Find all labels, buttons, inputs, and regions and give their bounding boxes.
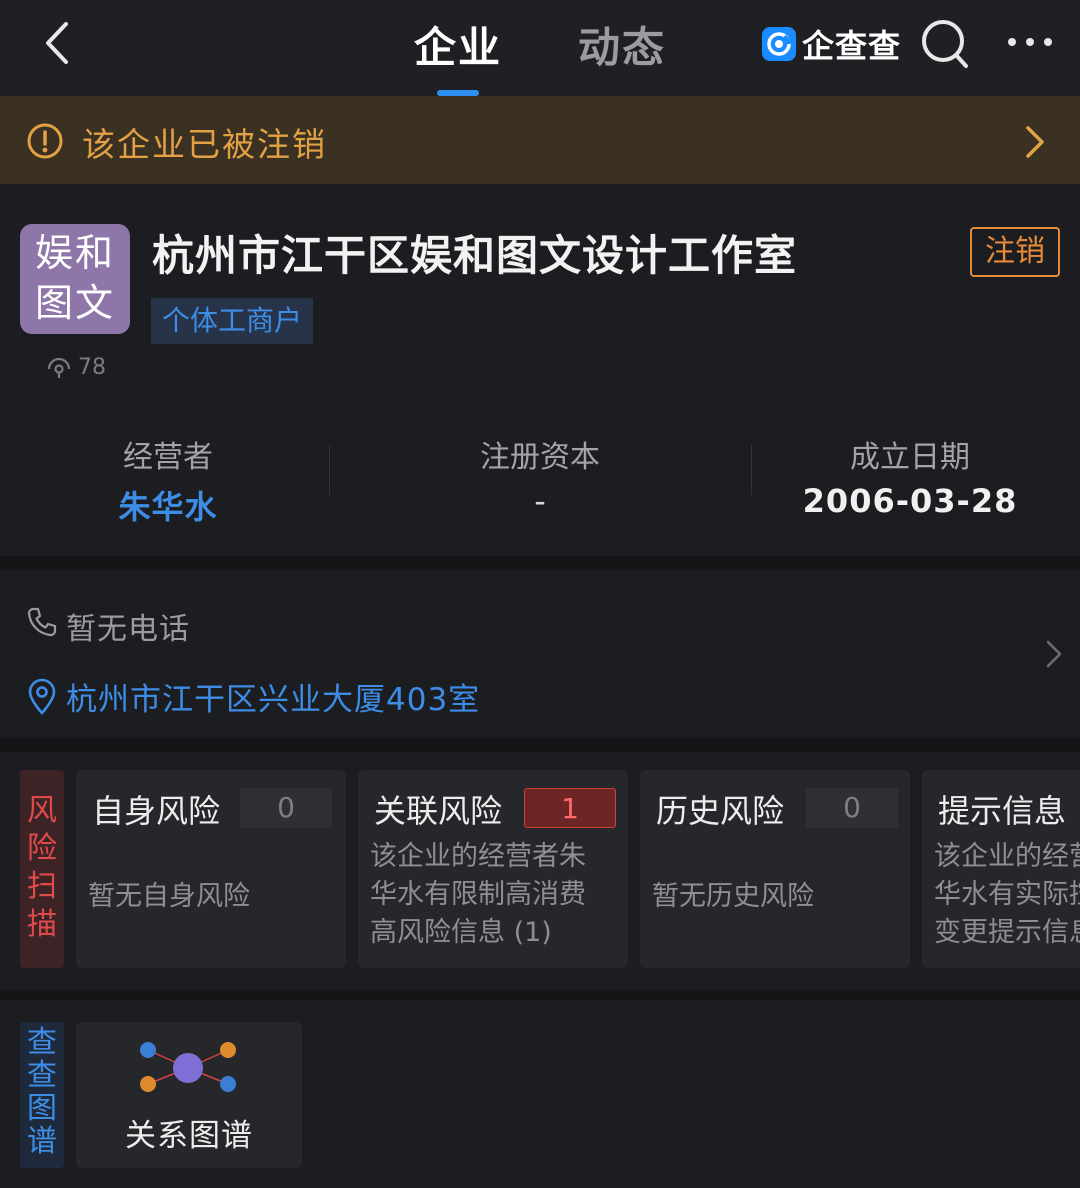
risk-card-title: 提示信息 bbox=[938, 792, 1067, 830]
risk-card-description: 该企业的经营者朱华水有实际控制人变更提示信息 bbox=[934, 841, 1080, 948]
stat-divider bbox=[329, 445, 330, 495]
search-icon[interactable] bbox=[920, 18, 970, 70]
views-icon bbox=[47, 357, 71, 378]
section-separator bbox=[0, 738, 1080, 752]
brand-mark-icon bbox=[762, 27, 796, 61]
risk-scan-tag[interactable]: 风险扫描 bbox=[20, 770, 64, 968]
stat-divider bbox=[751, 445, 752, 495]
risk-card-title: 自身风险 bbox=[92, 792, 221, 830]
risk-card-description: 该企业的经营者朱华水有限制高消费高风险信息 (1) bbox=[370, 841, 586, 948]
banner-message: 该企业已被注销 bbox=[82, 125, 327, 164]
risk-count-badge: 0 bbox=[806, 788, 898, 828]
tab-enterprise[interactable]: 企业 bbox=[414, 14, 502, 75]
status-badge: 注销 bbox=[970, 227, 1060, 277]
risk-card-self[interactable]: 自身风险 0 暂无自身风险 bbox=[76, 770, 346, 968]
section-separator bbox=[0, 990, 1080, 1000]
operator-name-link[interactable]: 朱华水 bbox=[38, 482, 298, 528]
brand-name: 企查查 bbox=[802, 27, 902, 65]
risk-card-title: 关联风险 bbox=[374, 792, 503, 830]
chevron-right-icon[interactable] bbox=[1022, 124, 1048, 160]
section-separator bbox=[0, 556, 1080, 570]
phone-icon bbox=[27, 607, 57, 637]
risk-card-notice[interactable]: 提示信息 该企业的经营者朱华水有实际控制人变更提示信息 bbox=[922, 770, 1080, 968]
company-logo: 娱和 图文 bbox=[20, 224, 130, 334]
top-nav-bar bbox=[0, 0, 1080, 96]
risk-card-description: 暂无历史风险 bbox=[652, 881, 814, 912]
more-dots-icon[interactable] bbox=[1006, 30, 1054, 54]
chacha-graph-tag[interactable]: 查查图谱 bbox=[20, 1022, 64, 1168]
risk-card-history[interactable]: 历史风险 0 暂无历史风险 bbox=[640, 770, 910, 968]
view-count: 78 bbox=[46, 355, 106, 380]
risk-count-badge: 0 bbox=[240, 788, 332, 828]
tab-updates[interactable]: 动态 bbox=[578, 14, 666, 75]
logo-text-line-2: 图文 bbox=[34, 281, 115, 325]
risk-card-description: 暂无自身风险 bbox=[88, 881, 250, 912]
risk-count-badge: 1 bbox=[524, 788, 616, 828]
relationship-graph-label: 关系图谱 bbox=[125, 1118, 253, 1154]
relationship-graph-icon bbox=[140, 1042, 236, 1092]
risk-card-title: 历史风险 bbox=[656, 792, 785, 830]
registered-capital-value: - bbox=[534, 482, 546, 520]
brand-logo: 企查查 bbox=[762, 24, 902, 65]
info-icon bbox=[27, 123, 63, 159]
back-arrow-icon[interactable] bbox=[38, 18, 78, 68]
registered-capital-label: 注册资本 bbox=[480, 440, 600, 475]
view-count-value: 78 bbox=[78, 355, 106, 380]
chevron-right-icon[interactable] bbox=[1044, 638, 1064, 670]
logo-text-line-1: 娱和 bbox=[34, 231, 115, 275]
relationship-graph-card[interactable]: 关系图谱 bbox=[76, 1022, 302, 1168]
phone-value: 暂无电话 bbox=[66, 612, 190, 647]
risk-card-related[interactable]: 关联风险 1 该企业的经营者朱华水有限制高消费高风险信息 (1) bbox=[358, 770, 628, 968]
operator-label: 经营者 bbox=[123, 440, 213, 475]
founded-date-label: 成立日期 bbox=[850, 440, 970, 475]
company-name: 杭州市江干区娱和图文设计工作室 bbox=[152, 231, 798, 280]
location-pin-icon bbox=[28, 678, 56, 715]
company-type-badge[interactable]: 个体工商户 bbox=[151, 298, 313, 344]
founded-date-value: 2006-03-28 bbox=[802, 482, 1018, 520]
address-link[interactable]: 杭州市江干区兴业大厦403室 bbox=[66, 674, 480, 719]
